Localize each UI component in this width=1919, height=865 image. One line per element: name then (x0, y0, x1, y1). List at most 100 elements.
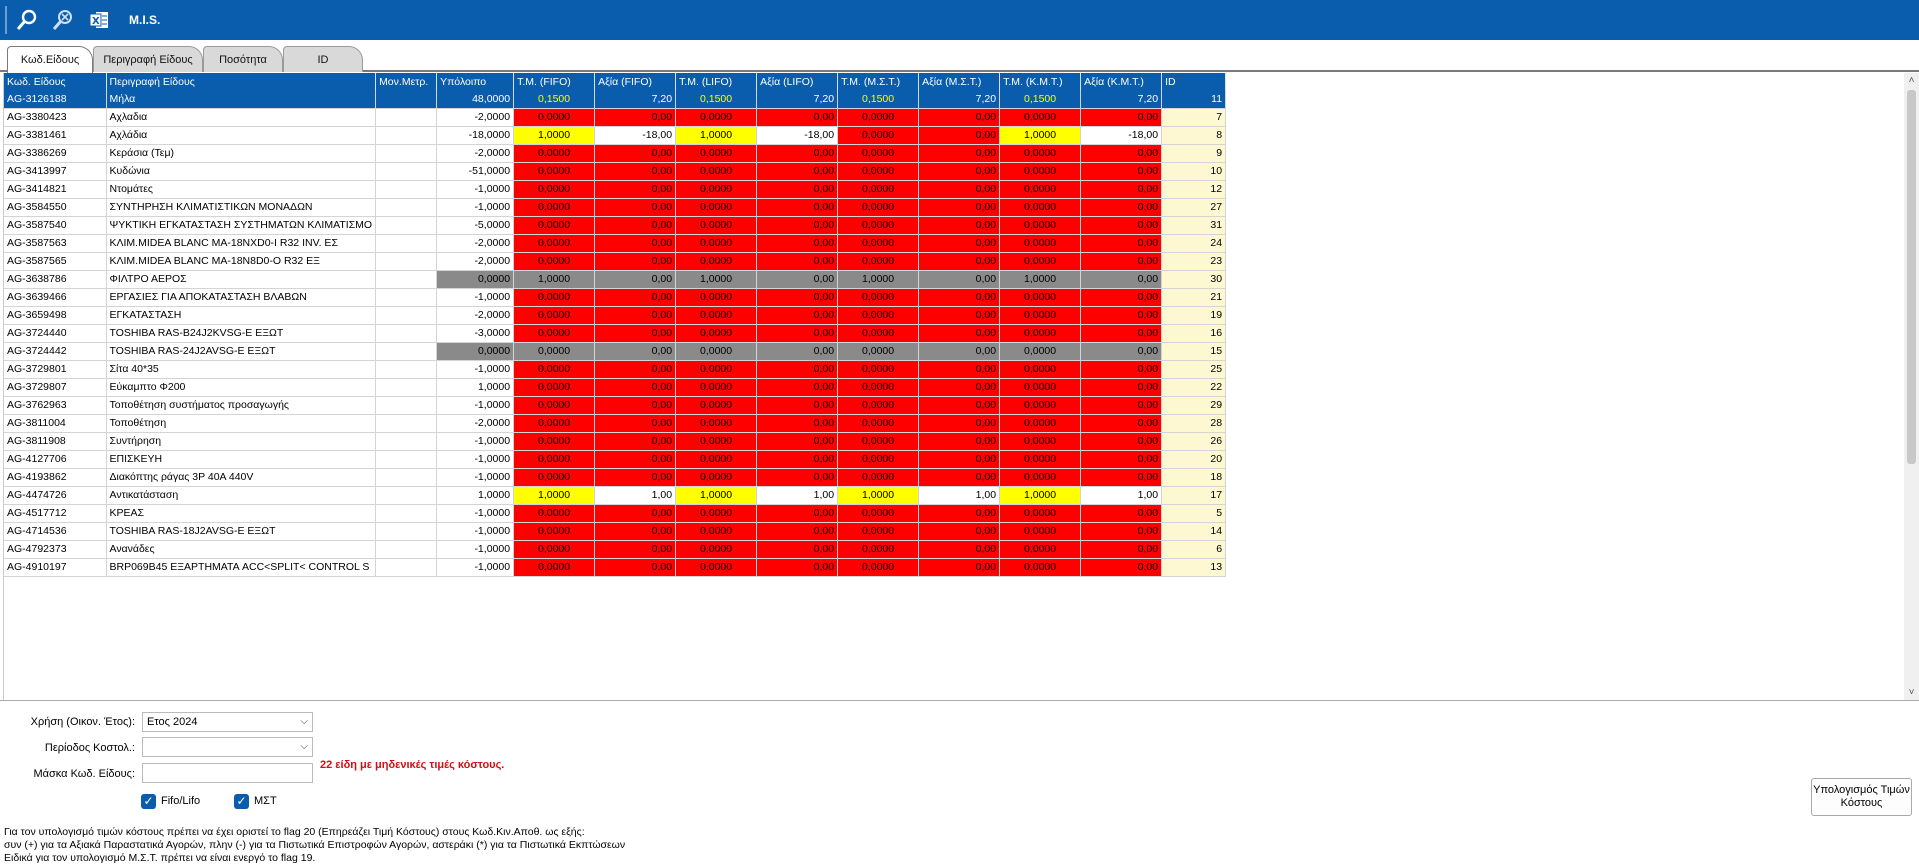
cell-value: 0,00 (918, 360, 1001, 379)
excel-export-button[interactable]: X (83, 4, 115, 36)
table-row[interactable]: AG-3811908 Συντήρηση -1,0000 0,0000 0,00 0,00… (4, 432, 1227, 451)
cell-balance: -1,0000 (436, 396, 515, 415)
table-row[interactable]: AG-3729807 Εύκαμπτο Φ200 1,0000 0,0000 0,00 0… (4, 378, 1227, 397)
table-row[interactable]: AG-4127706 ΕΠΙΣΚΕΥΗ -1,0000 0,0000 0,00 0,000… (4, 450, 1227, 469)
cell-unit-price: 0,0000 (513, 504, 596, 523)
cell-description: ΣΥΝΤΗΡΗΣΗ ΚΛΙΜΑΤΙΣΤΙΚΩΝ ΜΟΝΑΔΩΝ (106, 198, 377, 217)
column-header[interactable]: Αξία (Μ.Σ.Τ.) (918, 73, 1001, 90)
cost-grid[interactable]: Κωδ. Είδους Περιγραφή Είδους Μον.Μετρ. Υπόλ… (3, 73, 1904, 700)
tab-quantity[interactable]: Ποσότητα (203, 46, 283, 72)
table-row[interactable]: AG-4792373 Ανανάδες -1,0000 0,0000 0,00 0,000… (4, 540, 1227, 559)
table-row[interactable]: AG-3587565 ΚΛΙΜ.MIDEA BLANC MA-18N8D0-O R… (4, 252, 1227, 271)
zoom-config-button[interactable] (47, 4, 79, 36)
table-row[interactable]: AG-3724442 TOSHIBA RAS-24J2AVSG-E ΕΞΩΤ 0,0… (4, 342, 1227, 361)
table-row[interactable]: AG-3584550 ΣΥΝΤΗΡΗΣΗ ΚΛΙΜΑΤΙΣΤΙΚΩΝ ΜΟΝΑΔΩ… (4, 198, 1227, 217)
cell-value: 0,00 (918, 396, 1001, 415)
scroll-thumb[interactable] (1907, 90, 1916, 464)
code-mask-input[interactable] (142, 763, 313, 783)
column-header[interactable]: Μον.Μετρ. (375, 73, 438, 90)
cell-unit-price: 1,0000 (999, 270, 1082, 289)
costing-period-select[interactable]: ⌵ (142, 737, 313, 757)
table-row[interactable]: AG-3762963 Τοποθέτηση συστήματος προσαγωγ… (4, 396, 1227, 415)
table-row[interactable]: AG-4474726 Αντικατάσταση 1,0000 1,0000 1,00 1… (4, 486, 1227, 505)
table-row[interactable]: AG-4910197 BRP069B45 ΕΞΑΡΤΗΜΑΤΑ ACC<SPLIT… (4, 558, 1227, 577)
cell-value: 0,00 (918, 414, 1001, 433)
cell-code: AG-3639466 (4, 288, 107, 307)
cell-unit-price: 0,0000 (999, 360, 1082, 379)
table-row[interactable]: AG-4714536 TOSHIBA RAS-18J2AVSG-E ΕΞΩΤ -1,… (4, 522, 1227, 541)
cell-value: 0,00 (594, 360, 677, 379)
cell-unit (375, 486, 438, 505)
cell-value: 0,00 (756, 558, 839, 577)
vertical-scrollbar[interactable]: ˄ ˅ (1904, 73, 1919, 700)
tab-item-description[interactable]: Περιγραφή Είδους (93, 46, 203, 72)
table-row[interactable]: AG-3811004 Τοποθέτηση -2,0000 0,0000 0,00 0,0… (4, 414, 1227, 433)
cell-unit-price: 0,0000 (513, 306, 596, 325)
column-header[interactable]: Κωδ. Είδους (4, 73, 107, 90)
cell-unit (375, 432, 438, 451)
cell-value: 0,00 (756, 522, 839, 541)
cell-value: 0,00 (918, 378, 1001, 397)
table-row[interactable]: AG-3380423 Αχλαδια -2,0000 0,0000 0,00 0,0000… (4, 108, 1227, 127)
table-row[interactable]: AG-3729801 Σίτα 40*35 -1,0000 0,0000 0,00 0,0… (4, 360, 1227, 379)
cell-id: 31 (1161, 216, 1227, 235)
column-header[interactable]: Τ.Μ. (FIFO) (513, 73, 596, 90)
tab-id[interactable]: ID (283, 46, 363, 72)
cell-value: 0,00 (594, 288, 677, 307)
column-header[interactable]: Αξία (Κ.Μ.Τ.) (1080, 73, 1163, 90)
cell-code: AG-3724440 (4, 324, 107, 343)
column-header[interactable]: Αξία (FIFO) (594, 73, 677, 90)
table-row[interactable]: AG-3638786 ΦΙΛΤΡΟ ΑΕΡΟΣ 0,0000 1,0000 0,00 1,… (4, 270, 1227, 289)
cell-value: 0,00 (918, 216, 1001, 235)
column-header[interactable]: Υπόλοιπο (436, 73, 515, 90)
cell-unit-price: 0,0000 (513, 396, 596, 415)
table-row[interactable]: AG-3724440 TOSHIBA RAS-B24J2KVSG-E ΕΞΩΤ -3… (4, 324, 1227, 343)
scroll-up-icon[interactable]: ˄ (1904, 73, 1919, 88)
cell-unit-price: 0,0000 (513, 360, 596, 379)
cell-unit (375, 306, 438, 325)
cell-unit-price: 0,0000 (999, 396, 1082, 415)
column-header[interactable]: Αξία (LIFO) (756, 73, 839, 90)
cell-value: 0,00 (1080, 396, 1163, 415)
table-row[interactable]: AG-3414821 Ντομάτες -1,0000 0,0000 0,00 0,000… (4, 180, 1227, 199)
column-header[interactable]: Τ.Μ. (LIFO) (675, 73, 758, 90)
cell-description: Αντικατάσταση (106, 486, 377, 505)
fiscal-year-value: Ετος 2024 (147, 716, 198, 728)
cell-description: TOSHIBA RAS-24J2AVSG-E ΕΞΩΤ (106, 342, 377, 361)
column-header[interactable]: Περιγραφή Είδους (106, 73, 377, 90)
column-header[interactable]: Τ.Μ. (Μ.Σ.Τ.) (837, 73, 920, 90)
table-row[interactable]: AG-3587540 ΨΥΚΤΙΚΗ ΕΓΚΑΤΑΣΤΑΣΗ ΣΥΣΤΗΜΑΤΩΝ… (4, 216, 1227, 235)
cell-unit-price: 0,0000 (675, 108, 758, 127)
tab-item-code[interactable]: Κωδ.Είδους (7, 46, 93, 73)
mst-checkbox[interactable]: ✓ (234, 794, 249, 809)
table-row[interactable]: AG-3639466 ΕΡΓΑΣΙΕΣ ΓΙΑ ΑΠΟΚΑΤΑΣΤΑΣΗ ΒΛΑΒ… (4, 288, 1227, 307)
column-header[interactable]: Τ.Μ. (Κ.Μ.Τ.) (999, 73, 1082, 90)
cell-id: 19 (1161, 306, 1227, 325)
cell-value: 0,00 (756, 144, 839, 163)
search-button[interactable] (11, 4, 43, 36)
cell-balance: -1,0000 (436, 360, 515, 379)
scroll-down-icon[interactable]: ˅ (1904, 685, 1919, 700)
calculate-cost-button[interactable]: Υπολογισμός Τιμών Κόστους (1811, 778, 1912, 816)
cell-value: 0,00 (594, 180, 677, 199)
cell-value: 7,20 (918, 90, 1001, 109)
title-bar: X M.I.S. (0, 0, 1919, 40)
table-row[interactable]: AG-3386269 Κεράσια (Τεμ) -2,0000 0,0000 0,00… (4, 144, 1227, 163)
table-row[interactable]: AG-3659498 ΕΓΚΑΤΑΣΤΑΣΗ -2,0000 0,0000 0,00 0,… (4, 306, 1227, 325)
table-row[interactable]: AG-3413997 Κυδώνια -51,0000 0,0000 0,00 0,000… (4, 162, 1227, 181)
fiscal-year-select[interactable]: Ετος 2024 ⌵ (142, 712, 313, 732)
cell-balance: -5,0000 (436, 216, 515, 235)
table-row[interactable]: AG-3126188 Μήλα 48,0000 0,1500 7,20 0,1500 7,2… (4, 90, 1227, 109)
table-row[interactable]: AG-3587563 ΚΛΙΜ.MIDEA BLANC MA-18NXD0-I R… (4, 234, 1227, 253)
column-header[interactable]: ID (1161, 73, 1227, 90)
table-row[interactable]: AG-3381461 Αχλάδια -18,0000 1,0000 -18,00 1,0… (4, 126, 1227, 145)
table-row[interactable]: AG-4193862 Διακόπτης ράγας 3P 40A 440V -1,… (4, 468, 1227, 487)
cell-value: 0,00 (756, 432, 839, 451)
table-row[interactable]: AG-4517712 ΚΡΕΑΣ -1,0000 0,0000 0,00 0,0000 0,… (4, 504, 1227, 523)
cell-unit-price: 0,0000 (675, 504, 758, 523)
fifo-lifo-checkbox[interactable]: ✓ (141, 794, 156, 809)
cell-value: 0,00 (1080, 234, 1163, 253)
cell-unit-price: 0,0000 (999, 108, 1082, 127)
cell-value: 0,00 (1080, 432, 1163, 451)
cell-unit-price: 0,0000 (837, 396, 920, 415)
